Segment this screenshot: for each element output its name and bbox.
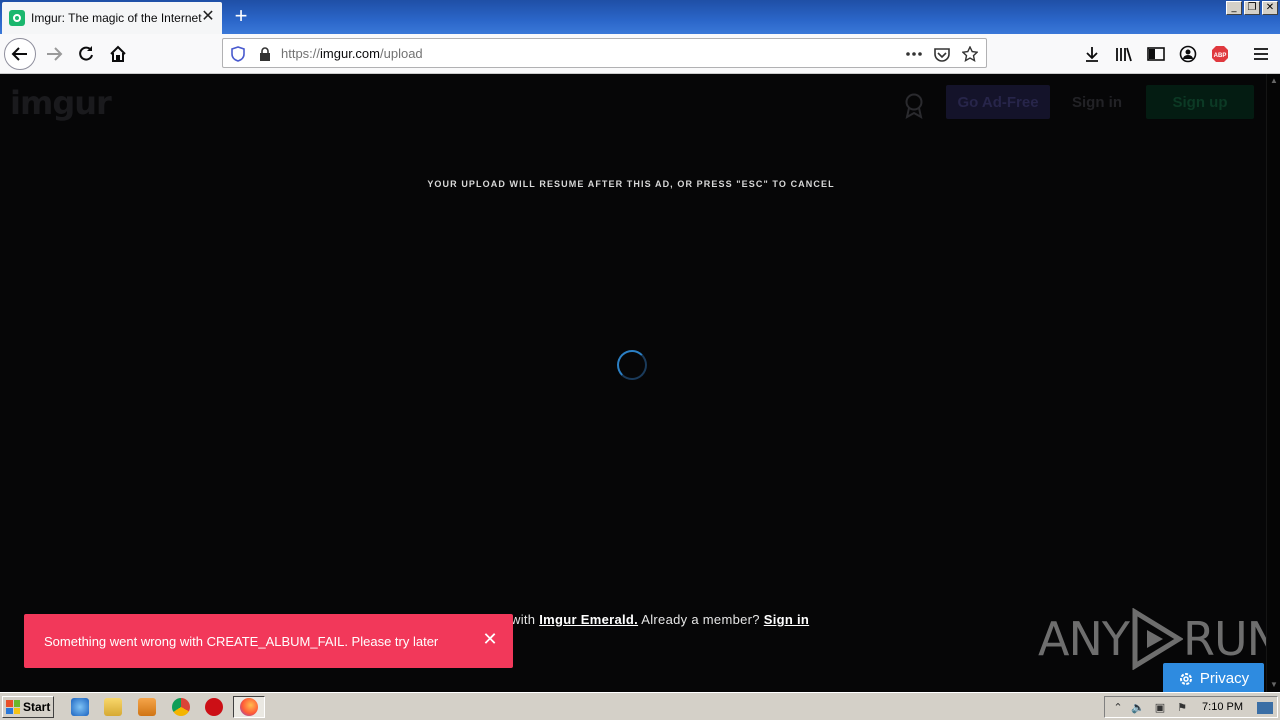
- start-button[interactable]: Start: [2, 696, 54, 718]
- scroll-down-icon[interactable]: ▼: [1269, 680, 1279, 690]
- privacy-label: Privacy: [1199, 670, 1250, 687]
- url-bar[interactable]: https://imgur.com/upload: [222, 38, 987, 68]
- tab-title: Imgur: The magic of the Internet: [31, 11, 202, 25]
- tab-close-icon[interactable]: ✕: [200, 9, 216, 25]
- windows-logo-icon: [6, 700, 20, 714]
- svg-text:ABP: ABP: [1214, 53, 1227, 59]
- privacy-button[interactable]: Privacy: [1163, 663, 1264, 692]
- page-content: imgur Go Ad-Free Sign in Sign up YOUR UP…: [0, 74, 1266, 692]
- error-toast: Something went wrong with CREATE_ALBUM_F…: [24, 614, 513, 668]
- go-ad-free-button[interactable]: Go Ad-Free: [946, 85, 1050, 119]
- url-text: https://imgur.com/upload: [281, 46, 423, 61]
- volume-icon[interactable]: 🔈: [1131, 701, 1145, 715]
- anyrun-watermark: ANY RUN: [1038, 608, 1266, 670]
- action-center-flag-icon[interactable]: ⚑: [1175, 701, 1189, 715]
- bookmark-star-icon[interactable]: [961, 45, 979, 63]
- home-button[interactable]: [102, 38, 134, 70]
- network-icon[interactable]: ▣: [1153, 701, 1167, 715]
- minimize-button[interactable]: _: [1226, 1, 1242, 15]
- promo-prefix: with: [511, 612, 540, 627]
- downloads-icon[interactable]: [1082, 44, 1102, 64]
- imgur-emerald-link[interactable]: Imgur Emerald.: [539, 612, 638, 627]
- ad-resume-notice: YOUR UPLOAD WILL RESUME AFTER THIS AD, O…: [427, 179, 835, 189]
- arrow-right-icon: [47, 47, 63, 61]
- close-window-button[interactable]: ✕: [1262, 1, 1278, 15]
- loading-spinner-icon: [617, 350, 647, 380]
- forward-button[interactable]: [38, 38, 70, 70]
- tracking-shield-icon[interactable]: [229, 45, 247, 63]
- arrow-left-icon: [11, 47, 27, 61]
- lock-icon[interactable]: [256, 45, 274, 63]
- start-label: Start: [23, 700, 51, 714]
- taskbar-firefox-button[interactable]: [233, 696, 265, 718]
- sign-up-button[interactable]: Sign up: [1146, 85, 1254, 119]
- emerald-promo-line: with Imgur Emerald. Already a member? Si…: [511, 612, 809, 627]
- adblock-plus-icon[interactable]: ABP: [1210, 44, 1230, 64]
- taskbar-clock[interactable]: 7:10 PM: [1202, 701, 1243, 713]
- restore-button[interactable]: ❐: [1244, 1, 1260, 15]
- chrome-icon[interactable]: [172, 698, 190, 716]
- watermark-any: ANY: [1038, 612, 1130, 666]
- tray-expand-icon[interactable]: ⌃: [1111, 701, 1125, 715]
- sign-in-button[interactable]: Sign in: [1062, 85, 1132, 119]
- imgur-logo[interactable]: imgur: [10, 84, 112, 122]
- scroll-up-icon[interactable]: ▲: [1269, 76, 1279, 86]
- window-controls: _ ❐ ✕: [1226, 1, 1278, 15]
- sign-in-link[interactable]: Sign in: [764, 612, 809, 627]
- watermark-run: RUN: [1182, 612, 1266, 666]
- home-icon: [110, 45, 126, 62]
- library-icon[interactable]: [1114, 44, 1134, 64]
- menu-hamburger-icon[interactable]: [1251, 44, 1271, 64]
- browser-tab-bar: Imgur: The magic of the Internet ✕ + _ ❐…: [0, 0, 1280, 34]
- media-player-icon[interactable]: [138, 698, 156, 716]
- back-button[interactable]: [4, 38, 36, 70]
- show-desktop-icon[interactable]: [1257, 702, 1273, 714]
- account-icon[interactable]: [1178, 44, 1198, 64]
- page-actions-icon[interactable]: [905, 45, 923, 63]
- browser-nav-bar: https://imgur.com/upload ABP: [0, 34, 1280, 74]
- file-explorer-icon[interactable]: [104, 698, 122, 716]
- award-ribbon-icon[interactable]: [903, 93, 925, 119]
- new-tab-button[interactable]: +: [229, 4, 253, 28]
- error-toast-message: Something went wrong with CREATE_ALBUM_F…: [44, 634, 439, 649]
- reload-icon: [79, 46, 93, 61]
- system-tray: ⌃ 🔈 ▣ ⚑ 7:10 PM: [1104, 696, 1278, 718]
- gear-icon: [1179, 672, 1192, 685]
- browser-tab-imgur[interactable]: Imgur: The magic of the Internet ✕: [2, 2, 222, 34]
- pocket-icon[interactable]: [933, 45, 951, 63]
- page-scrollbar[interactable]: ▲ ▼: [1266, 74, 1280, 692]
- promo-middle: Already a member?: [638, 612, 764, 627]
- imgur-favicon-icon: [9, 10, 25, 26]
- opera-icon[interactable]: [205, 698, 223, 716]
- sidebar-icon[interactable]: [1146, 44, 1166, 64]
- play-icon: [1132, 608, 1183, 670]
- reload-button[interactable]: [70, 38, 102, 70]
- internet-explorer-icon[interactable]: [71, 698, 89, 716]
- firefox-icon: [240, 698, 258, 716]
- windows-taskbar: Start ⌃ 🔈 ▣ ⚑ 7:10 PM: [0, 692, 1280, 720]
- close-icon[interactable]: ✕: [481, 630, 499, 648]
